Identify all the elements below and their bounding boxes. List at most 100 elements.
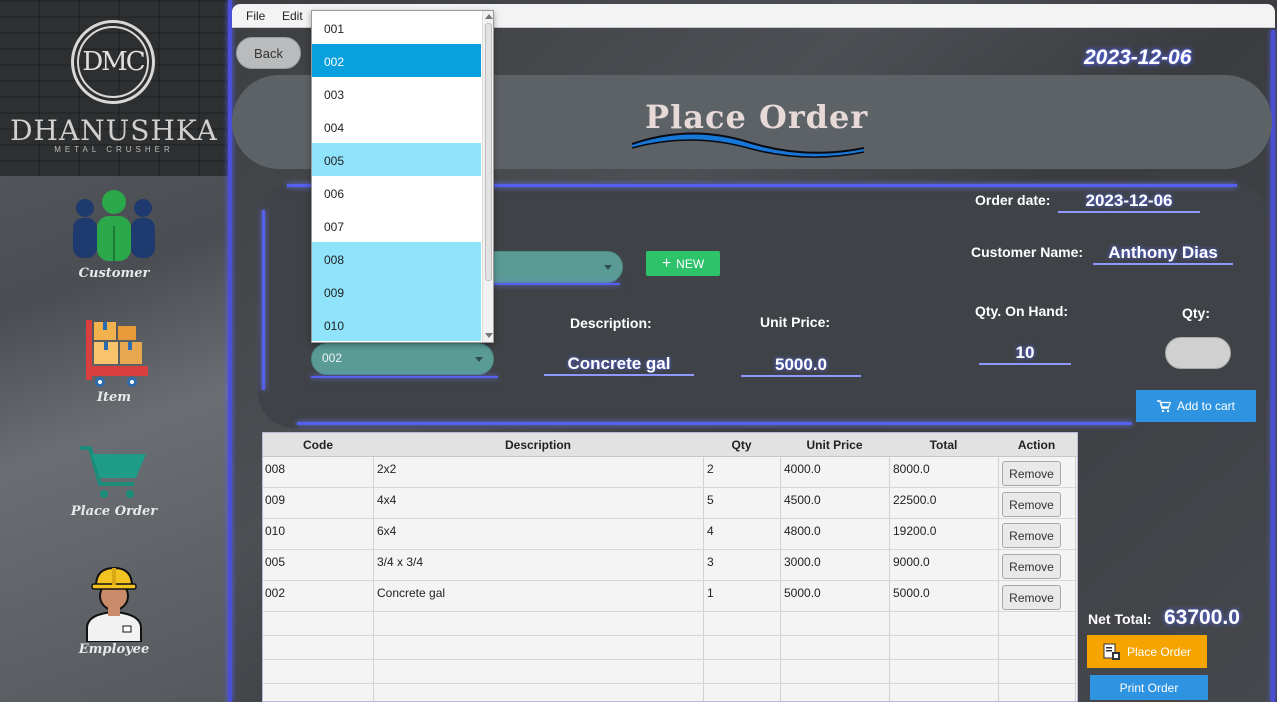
cell-code: 005 [265, 555, 286, 569]
add-to-cart-button[interactable]: Add to cart [1136, 390, 1256, 422]
menu-edit[interactable]: Edit [282, 9, 303, 23]
unit-price-value: 5000.0 [741, 355, 861, 377]
table-row[interactable]: 009 4x4 5 4500.0 22500.0 Remove [263, 488, 1077, 519]
net-total-label: Net Total: [1088, 611, 1152, 627]
sidebar-item-label: Place Order [70, 504, 158, 519]
remove-button[interactable]: Remove [1002, 523, 1061, 548]
window-frame-left [228, 0, 232, 702]
cell-description: 3/4 x 3/4 [377, 555, 424, 569]
table-row[interactable]: 008 2x2 2 4000.0 8000.0 Remove [263, 457, 1077, 488]
print-order-button[interactable]: Print Order [1090, 675, 1208, 700]
cell-unit-price: 4800.0 [784, 524, 821, 538]
cell-total: 19200.0 [893, 524, 937, 538]
chevron-down-icon [475, 357, 483, 362]
sidebar-item-item[interactable]: Item [0, 316, 228, 405]
cell-description: 6x4 [377, 524, 397, 538]
remove-button[interactable]: Remove [1002, 554, 1061, 579]
qty-input[interactable] [1165, 337, 1231, 369]
scroll-down-icon[interactable] [485, 333, 493, 338]
logo-emblem: DMC [71, 20, 155, 104]
scrollbar-thumb[interactable] [485, 23, 492, 281]
cell-unit-price: 5000.0 [784, 586, 821, 600]
title-wave-decoration [631, 132, 865, 158]
dropdown-option[interactable]: 001 [312, 11, 481, 44]
unit-price-label: Unit Price: [760, 314, 831, 330]
dropdown-option-selected[interactable]: 002 [312, 44, 481, 77]
table-row[interactable]: 010 6x4 4 4800.0 19200.0 Remove [263, 519, 1077, 550]
customer-group-icon [73, 190, 155, 261]
cell-total: 9000.0 [893, 555, 930, 569]
table-row[interactable]: 005 3/4 x 3/4 3 3000.0 9000.0 Remove [263, 550, 1077, 581]
sidebar: DMC DHANUSHKA METAL CRUSHER Customer Ite… [0, 0, 228, 702]
new-button-label: NEW [676, 256, 705, 271]
description-value: Concrete gal [544, 354, 694, 376]
item-combo-underline [311, 376, 498, 378]
dropdown-option-highlighted[interactable]: 009 [312, 275, 481, 308]
cell-description: 2x2 [377, 462, 397, 476]
item-code-dropdown-list[interactable]: 001 002 003 004 005 006 007 008 009 010 [311, 10, 494, 343]
qty-on-hand-value: 10 [979, 343, 1071, 365]
cell-description: Concrete gal [377, 586, 446, 600]
cell-code: 009 [265, 493, 286, 507]
column-header-action[interactable]: Action [998, 438, 1075, 452]
cell-qty: 3 [707, 555, 714, 569]
table-row-empty [263, 660, 1077, 684]
cart-table: Code Description Qty Unit Price Total Ac… [262, 432, 1078, 702]
remove-button[interactable]: Remove [1002, 461, 1061, 486]
cell-total: 5000.0 [893, 586, 930, 600]
cell-description: 4x4 [377, 493, 397, 507]
cell-qty: 1 [707, 586, 714, 600]
column-header-code[interactable]: Code [263, 438, 373, 452]
cell-total: 22500.0 [893, 493, 937, 507]
cell-unit-price: 3000.0 [784, 555, 821, 569]
place-order-button[interactable]: Place Order [1087, 635, 1207, 668]
chevron-down-icon [604, 265, 612, 270]
sidebar-item-label: Item [96, 390, 132, 405]
shopping-cart-icon [80, 446, 146, 498]
order-date-label: Order date: [975, 192, 1051, 208]
cell-qty: 2 [707, 462, 714, 476]
item-code-combo[interactable]: 002 [311, 343, 494, 375]
qty-on-hand-label: Qty. On Hand: [975, 303, 1069, 319]
order-date-value: 2023-12-06 [1058, 191, 1200, 213]
item-boxes-cart-icon [86, 320, 148, 387]
cell-unit-price: 4000.0 [784, 462, 821, 476]
menu-file[interactable]: File [246, 9, 265, 23]
table-header: Code Description Qty Unit Price Total Ac… [263, 433, 1077, 457]
place-order-label: Place Order [1126, 644, 1192, 659]
cart-icon [1156, 399, 1171, 412]
dropdown-option[interactable]: 006 [312, 176, 481, 209]
sidebar-item-place-order[interactable]: Place Order [0, 444, 228, 519]
dropdown-scrollbar[interactable] [482, 11, 493, 342]
window-frame-right [1271, 30, 1275, 702]
dropdown-option-highlighted[interactable]: 010 [312, 308, 481, 341]
column-header-unit-price[interactable]: Unit Price [780, 438, 889, 452]
dropdown-option-highlighted[interactable]: 008 [312, 242, 481, 275]
column-header-total[interactable]: Total [889, 438, 998, 452]
logo-monogram: DMC [77, 26, 149, 98]
dropdown-option-highlighted[interactable]: 005 [312, 143, 481, 176]
dropdown-option[interactable]: 004 [312, 110, 481, 143]
dropdown-option[interactable]: 003 [312, 77, 481, 110]
column-header-description[interactable]: Description [373, 438, 703, 452]
logo: DMC DHANUSHKA METAL CRUSHER [0, 0, 228, 176]
sidebar-item-label: Employee [78, 642, 150, 657]
cell-qty: 4 [707, 524, 714, 538]
panel-glow-bottom [297, 422, 1132, 425]
scroll-up-icon[interactable] [485, 14, 493, 19]
remove-button[interactable]: Remove [1002, 585, 1061, 610]
remove-button[interactable]: Remove [1002, 492, 1061, 517]
customer-name-value: Anthony Dias [1093, 243, 1233, 265]
cell-total: 8000.0 [893, 462, 930, 476]
back-button[interactable]: Back [236, 37, 301, 69]
current-date: 2023-12-06 [1084, 46, 1192, 69]
sidebar-item-employee[interactable]: Employee [0, 562, 228, 657]
employee-worker-icon [86, 566, 142, 642]
column-header-qty[interactable]: Qty [703, 438, 780, 452]
sidebar-item-customer[interactable]: Customer [0, 186, 228, 281]
new-customer-button[interactable]: + NEW [646, 251, 720, 276]
table-row[interactable]: 002 Concrete gal 1 5000.0 5000.0 Remove [263, 581, 1077, 612]
order-document-icon [1103, 643, 1120, 660]
item-code-selected: 002 [322, 351, 343, 365]
dropdown-option[interactable]: 007 [312, 209, 481, 242]
